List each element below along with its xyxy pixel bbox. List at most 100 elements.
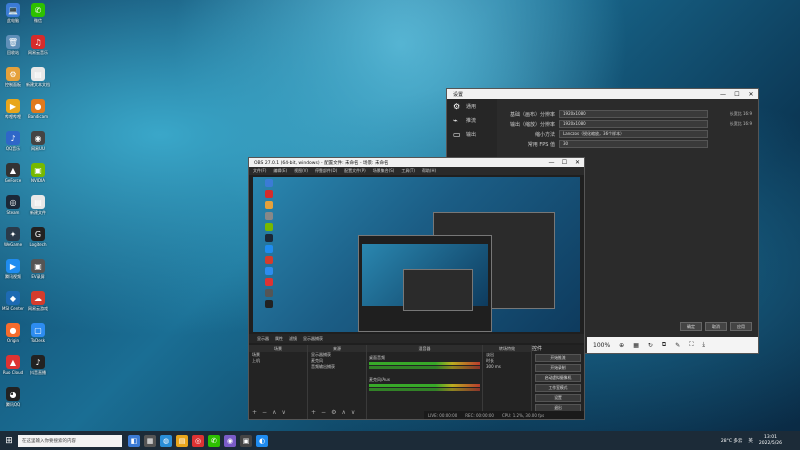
taskbar-app-icon[interactable]: ✆ bbox=[208, 434, 220, 447]
desktop-icon[interactable]: ▶ 哔哩哔哩 bbox=[0, 99, 26, 120]
cancel-button[interactable]: 取消 bbox=[705, 322, 727, 331]
desktop-icon[interactable]: ◉ 网易UU bbox=[25, 131, 51, 152]
taskbar-app-icon[interactable]: ▦ bbox=[144, 434, 156, 447]
desktop-icon[interactable]: G Logitech bbox=[25, 227, 51, 247]
desktop-icon[interactable]: ▣ EV录屏 bbox=[25, 259, 51, 280]
virtual-camera-button[interactable]: 启动虚拟摄像机 bbox=[535, 374, 581, 382]
taskbar-app-icon[interactable]: ◍ bbox=[160, 434, 172, 447]
studio-mode-button[interactable]: 工作室模式 bbox=[535, 384, 581, 392]
maximize-icon[interactable]: ☐ bbox=[730, 91, 744, 98]
source-item[interactable]: 音频输出捕获 bbox=[308, 364, 366, 370]
start-recording-button[interactable]: 开始录制 bbox=[535, 364, 581, 372]
desktop-icon[interactable]: ☁ 网易云游戏 bbox=[25, 291, 51, 312]
desktop-icon[interactable]: ◆ MSI Center bbox=[0, 291, 26, 311]
desktop-icon[interactable]: ▣ NVIDIA bbox=[25, 163, 51, 183]
desktop-icon[interactable]: ✦ WeGame bbox=[0, 227, 26, 247]
duration-input[interactable]: 300 ms bbox=[483, 364, 531, 370]
taskbar-app-icon[interactable]: ▣ bbox=[240, 434, 252, 447]
menu-docks[interactable]: 停靠部件(D) bbox=[315, 168, 337, 174]
down-icon[interactable]: ∨ bbox=[351, 409, 355, 416]
sources-tools: + − ⚙ ∧ ∨ bbox=[311, 409, 355, 416]
preview-canvas[interactable] bbox=[253, 177, 580, 332]
fit-screen-icon[interactable]: ▦ bbox=[633, 342, 639, 349]
taskbar-app-icon[interactable]: ◎ bbox=[192, 434, 204, 447]
down-icon[interactable]: ∨ bbox=[281, 409, 285, 416]
desktop-icon[interactable]: ● Bandicam bbox=[25, 99, 51, 119]
taskbar-app-icon[interactable]: ◧ bbox=[128, 434, 140, 447]
zoom-in-icon[interactable]: ⊕ bbox=[619, 342, 624, 349]
sidebar-item-output[interactable]: ▭ 输出 bbox=[447, 127, 497, 141]
download-icon[interactable]: ⤓ bbox=[702, 341, 705, 349]
apply-button[interactable]: 应用 bbox=[730, 322, 752, 331]
clock[interactable]: 13:01 2022/5/26 bbox=[759, 435, 782, 447]
desktop-icon[interactable]: ♪ 抖音直播 bbox=[25, 355, 51, 376]
desktop-icon[interactable]: ♪ QQ音乐 bbox=[0, 131, 26, 152]
properties-button[interactable]: 属性 bbox=[275, 336, 283, 342]
desktop-icon[interactable]: 🗑 回收站 bbox=[0, 35, 26, 56]
copy-icon[interactable]: ⧉ bbox=[662, 341, 666, 349]
desktop-icon[interactable]: ◕ 腾讯QQ bbox=[0, 387, 26, 408]
start-streaming-button[interactable]: 开始推流 bbox=[535, 354, 581, 362]
menu-file[interactable]: 文件(F) bbox=[253, 168, 266, 174]
menu-help[interactable]: 帮助(H) bbox=[422, 168, 436, 174]
desktop-icon[interactable]: ⚙ 控制面板 bbox=[0, 67, 26, 88]
base-resolution-select[interactable]: 1920x1080 bbox=[559, 110, 708, 118]
desktop-icon[interactable]: ● Origin bbox=[0, 323, 26, 343]
menu-tools[interactable]: 工具(T) bbox=[401, 168, 415, 174]
obs-titlebar[interactable]: OBS 27.0.1 (64-bit, windows) - 配置文件: 未命名… bbox=[249, 158, 584, 167]
gear-icon[interactable]: ⚙ bbox=[331, 409, 336, 416]
desktop-icon[interactable]: ▶ 腾讯视频 bbox=[0, 259, 26, 280]
menu-edit[interactable]: 编辑(E) bbox=[273, 168, 287, 174]
desktop-icon[interactable]: ▢ ToDesk bbox=[25, 323, 51, 343]
controls-title: 控件 bbox=[532, 346, 543, 352]
desktop-icon[interactable]: ♫ 网易云音乐 bbox=[25, 35, 51, 56]
desktop-icon-label: EV录屏 bbox=[31, 274, 45, 279]
desktop-icon[interactable]: ▲ GeForce bbox=[0, 163, 26, 183]
downscale-filter-select[interactable]: Lanczos（锐化缩放，36个样本） bbox=[559, 130, 708, 138]
scene-item[interactable]: 上机 bbox=[249, 358, 307, 364]
rotate-icon[interactable]: ↻ bbox=[648, 342, 653, 349]
taskbar-app-icon[interactable]: ◉ bbox=[224, 434, 236, 447]
taskbar-app-icon[interactable]: ▤ bbox=[176, 434, 188, 447]
taskbar-search-input[interactable]: 在这里输入你要搜索的内容 bbox=[18, 434, 122, 447]
close-icon[interactable]: ✕ bbox=[744, 91, 758, 98]
filters-button[interactable]: 滤镜 bbox=[289, 336, 297, 342]
maximize-icon[interactable]: ☐ bbox=[558, 159, 571, 166]
desktop-icon[interactable]: ▤ 新建文本文档 bbox=[25, 67, 51, 88]
remove-icon[interactable]: − bbox=[321, 409, 326, 416]
display-capture-select[interactable]: 显示器捕获 bbox=[303, 336, 323, 342]
ime-indicator[interactable]: 英 bbox=[748, 438, 753, 444]
preview-nested-window bbox=[403, 269, 473, 311]
obs-title: OBS 27.0.1 (64-bit, windows) - 配置文件: 未命名… bbox=[254, 160, 389, 166]
settings-button[interactable]: 设置 bbox=[535, 394, 581, 402]
ok-button[interactable]: 确定 bbox=[680, 322, 702, 331]
add-icon[interactable]: + bbox=[252, 409, 257, 416]
fps-select[interactable]: 30 bbox=[559, 140, 708, 148]
minimize-icon[interactable]: — bbox=[716, 91, 730, 98]
desktop-icon[interactable]: ✆ 微信 bbox=[25, 3, 51, 24]
menu-view[interactable]: 视图(V) bbox=[294, 168, 308, 174]
add-icon[interactable]: + bbox=[311, 409, 316, 416]
up-icon[interactable]: ∧ bbox=[272, 409, 276, 416]
desktop-icon[interactable]: ◎ Steam bbox=[0, 195, 26, 215]
crop-icon[interactable]: ⛶ bbox=[689, 341, 693, 349]
minimize-icon[interactable]: — bbox=[545, 159, 558, 166]
sidebar-item-stream[interactable]: ⌁ 推流 bbox=[447, 113, 497, 127]
menu-scene-collection[interactable]: 场景集合(S) bbox=[373, 168, 395, 174]
taskbar-app-icon[interactable]: ◐ bbox=[256, 434, 268, 447]
volume-slider[interactable] bbox=[369, 366, 480, 369]
remove-icon[interactable]: − bbox=[262, 409, 267, 416]
sidebar-item-general[interactable]: ⚙ 通用 bbox=[447, 99, 497, 113]
menu-profile[interactable]: 配置文件(P) bbox=[344, 168, 366, 174]
up-icon[interactable]: ∧ bbox=[341, 409, 345, 416]
weather-text[interactable]: 28°C 多云 bbox=[721, 438, 743, 444]
windows-start-icon[interactable]: ⊞ bbox=[0, 436, 18, 446]
edit-icon[interactable]: ✎ bbox=[675, 342, 680, 349]
volume-slider[interactable] bbox=[369, 388, 480, 391]
desktop-icon[interactable]: ▤ 新建文件 bbox=[25, 195, 51, 216]
settings-titlebar[interactable]: 设置 — ☐ ✕ bbox=[447, 89, 758, 99]
output-resolution-select[interactable]: 1920x1080 bbox=[559, 120, 708, 128]
close-icon[interactable]: ✕ bbox=[571, 159, 584, 166]
desktop-icon[interactable]: 💻 此电脑 bbox=[0, 3, 26, 24]
desktop-icon[interactable]: ▲ Ruo Cloud bbox=[0, 355, 26, 375]
